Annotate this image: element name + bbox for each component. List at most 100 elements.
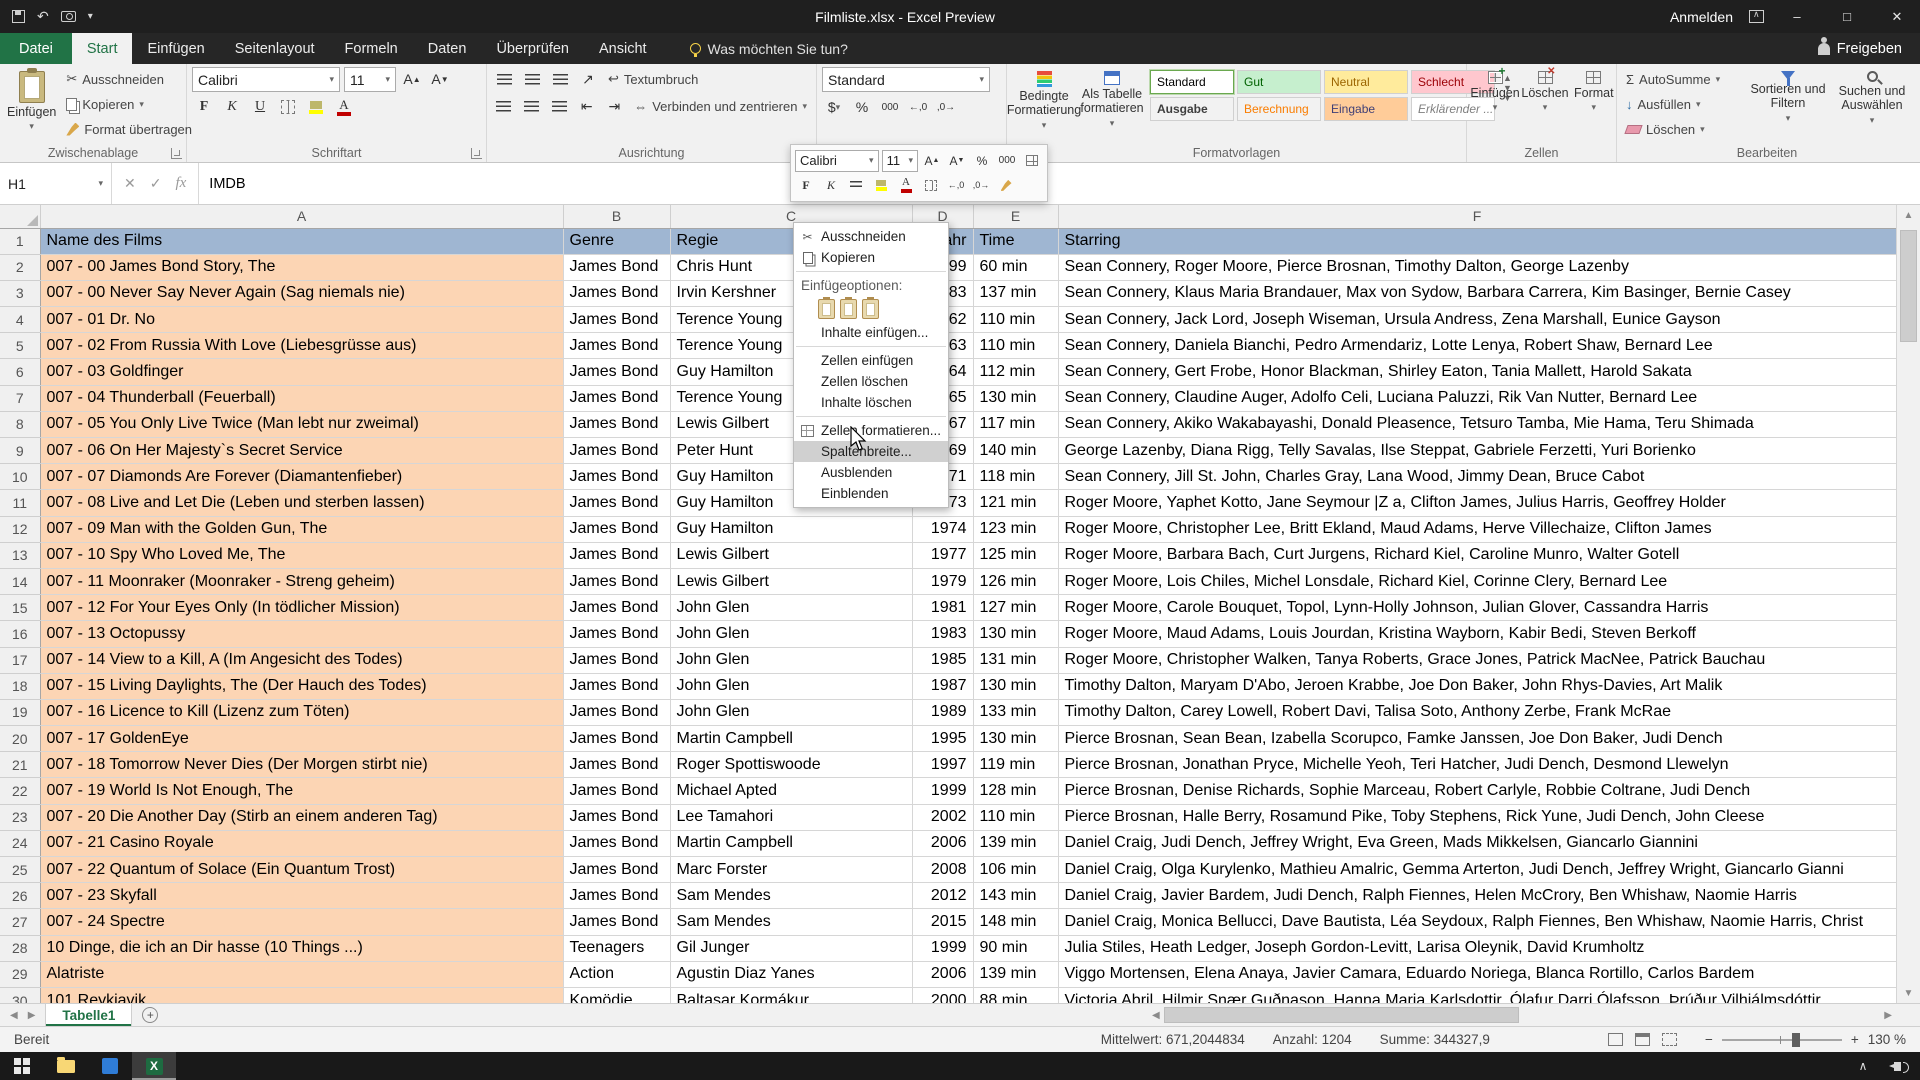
customize-qat-chevron-icon[interactable]: ▾ [88, 11, 93, 22]
bold-button[interactable]: F [192, 95, 216, 119]
mini-increase-decimal-button[interactable]: ←,0 [945, 174, 967, 196]
cell[interactable]: George Lazenby, Diana Rigg, Telly Savala… [1058, 437, 1896, 465]
mini-comma-button[interactable]: 000 [996, 150, 1018, 172]
cell[interactable]: James Bond [563, 856, 671, 884]
row-header-10[interactable]: 10 [0, 463, 41, 491]
ribbon-tab-seitenlayout[interactable]: Seitenlayout [220, 33, 330, 64]
grow-font-button[interactable]: A ▲ [400, 67, 424, 91]
excel-taskbar-button[interactable]: X [132, 1052, 176, 1080]
cell[interactable]: 007 - 00 Never Say Never Again (Sag niem… [40, 280, 564, 308]
page-break-view-icon[interactable] [1661, 1033, 1677, 1046]
cell[interactable]: Agustin Diaz Yanes [670, 961, 913, 988]
volume-icon[interactable] [1880, 1052, 1914, 1080]
cell[interactable]: Roger Moore, Carole Bouquet, Topol, Lynn… [1058, 594, 1896, 622]
cell[interactable]: 10 Dinge, die ich an Dir hasse (10 Thing… [40, 935, 564, 962]
cell[interactable]: James Bond [563, 647, 671, 674]
column-header-B[interactable]: B [563, 205, 671, 229]
ribbon-tab-daten[interactable]: Daten [413, 33, 482, 64]
cell[interactable]: James Bond [563, 673, 671, 700]
cell[interactable]: 1983 [912, 620, 974, 648]
maximize-button[interactable]: □ [1830, 0, 1864, 33]
cell[interactable]: Sean Connery, Gert Frobe, Honor Blackman… [1058, 358, 1896, 386]
cell[interactable]: 130 min [973, 673, 1059, 700]
name-box[interactable]: H1 ▾ [0, 163, 112, 204]
row-header-26[interactable]: 26 [0, 882, 41, 910]
cell[interactable]: Sam Mendes [670, 882, 913, 910]
column-header-A[interactable]: A [40, 205, 564, 229]
cell[interactable]: 007 - 02 From Russia With Love (Liebesgr… [40, 332, 564, 360]
cell[interactable]: James Bond [563, 411, 671, 439]
cell[interactable]: Sean Connery, Akiko Wakabayashi, Donald … [1058, 411, 1896, 439]
clear-button[interactable]: Löschen ▾ [1622, 117, 1744, 141]
cell[interactable]: 2008 [912, 856, 974, 884]
format-painter-button[interactable]: Format übertragen [62, 117, 196, 141]
cell[interactable]: Sean Connery, Claudine Auger, Adolfo Cel… [1058, 385, 1896, 412]
dialog-launcher-icon[interactable] [471, 148, 482, 159]
cell[interactable]: 1999 [912, 935, 974, 962]
ribbon-tab-ansicht[interactable]: Ansicht [584, 33, 662, 64]
cell[interactable]: 007 - 01 Dr. No [40, 306, 564, 334]
mini-bold-button[interactable]: F [795, 174, 817, 196]
cell[interactable]: Marc Forster [670, 856, 913, 884]
align-left-button[interactable] [492, 94, 516, 118]
autosum-button[interactable]: Σ AutoSumme ▾ [1622, 67, 1744, 91]
row-header-16[interactable]: 16 [0, 620, 41, 648]
cell[interactable]: James Bond [563, 568, 671, 596]
cell[interactable]: 007 - 06 On Her Majesty`s Secret Service [40, 437, 564, 465]
ribbon-tab-berpr-fen[interactable]: Überprüfen [481, 33, 584, 64]
scroll-up-icon[interactable]: ▲ [1897, 205, 1920, 225]
cell[interactable]: 143 min [973, 882, 1059, 910]
menu-item-spaltenbreite[interactable]: Spaltenbreite... [794, 441, 948, 462]
sheet-next-icon[interactable]: ▶ [28, 1010, 36, 1021]
horizontal-scroll-track[interactable] [1159, 1004, 1885, 1026]
scroll-right-icon[interactable]: ▶ [1884, 1010, 1892, 1021]
cell[interactable]: 60 min [973, 254, 1059, 281]
cell[interactable]: James Bond [563, 332, 671, 360]
dialog-launcher-icon[interactable] [171, 148, 182, 159]
cell[interactable]: Lewis Gilbert [670, 568, 913, 596]
cell[interactable]: 139 min [973, 830, 1059, 858]
cell[interactable]: 007 - 12 For Your Eyes Only (In tödliche… [40, 594, 564, 622]
row-header-23[interactable]: 23 [0, 804, 41, 831]
cell[interactable]: 118 min [973, 463, 1059, 491]
cell[interactable]: 101 Reykjavik [40, 987, 564, 1003]
cell[interactable]: 90 min [973, 935, 1059, 962]
cell[interactable]: 2002 [912, 804, 974, 831]
cell[interactable]: Pierce Brosnan, Jonathan Pryce, Michelle… [1058, 751, 1896, 779]
zoom-level[interactable]: 130 % [1868, 1032, 1906, 1047]
delete-cells-button[interactable]: Löschen ▾ [1521, 66, 1568, 117]
format-cells-button[interactable]: Format ▾ [1572, 67, 1616, 117]
cell[interactable]: 133 min [973, 699, 1059, 727]
row-header-22[interactable]: 22 [0, 777, 41, 805]
cell[interactable]: 130 min [973, 725, 1059, 753]
cell[interactable]: Martin Campbell [670, 725, 913, 753]
zoom-out-icon[interactable]: − [1705, 1032, 1713, 1047]
sort-filter-button[interactable]: Sortieren und Filtern ▾ [1748, 67, 1828, 127]
cell[interactable]: John Glen [670, 673, 913, 700]
cell[interactable]: James Bond [563, 542, 671, 569]
add-sheet-button[interactable]: + [142, 1004, 159, 1026]
cell[interactable]: 126 min [973, 568, 1059, 596]
sign-in-link[interactable]: Anmelden [1670, 9, 1733, 25]
paste-button[interactable]: Einfügen ▾ [5, 67, 58, 136]
cell[interactable]: 110 min [973, 804, 1059, 831]
cell[interactable]: James Bond [563, 882, 671, 910]
cell[interactable]: Time [973, 228, 1059, 255]
vertical-scroll-thumb[interactable] [1900, 230, 1917, 342]
pinned-app-button[interactable] [88, 1052, 132, 1080]
cell[interactable]: 127 min [973, 594, 1059, 622]
cell[interactable]: 007 - 24 Spectre [40, 908, 564, 936]
cell[interactable]: James Bond [563, 437, 671, 465]
cell[interactable]: James Bond [563, 699, 671, 727]
cell-style-ausgabe[interactable]: Ausgabe [1150, 97, 1234, 121]
row-header-2[interactable]: 2 [0, 254, 41, 281]
cell[interactable]: 007 - 22 Quantum of Solace (Ein Quantum … [40, 856, 564, 884]
row-header-7[interactable]: 7 [0, 385, 41, 412]
cell[interactable]: Sean Connery, Roger Moore, Pierce Brosna… [1058, 254, 1896, 281]
cell[interactable]: 119 min [973, 751, 1059, 779]
cell[interactable]: Roger Moore, Barbara Bach, Curt Jurgens,… [1058, 542, 1896, 569]
cell[interactable]: 2006 [912, 830, 974, 858]
cell[interactable]: Pierce Brosnan, Halle Berry, Rosamund Pi… [1058, 804, 1896, 831]
borders-button[interactable] [276, 95, 300, 119]
decrease-indent-button[interactable]: ⇤ [575, 94, 599, 118]
